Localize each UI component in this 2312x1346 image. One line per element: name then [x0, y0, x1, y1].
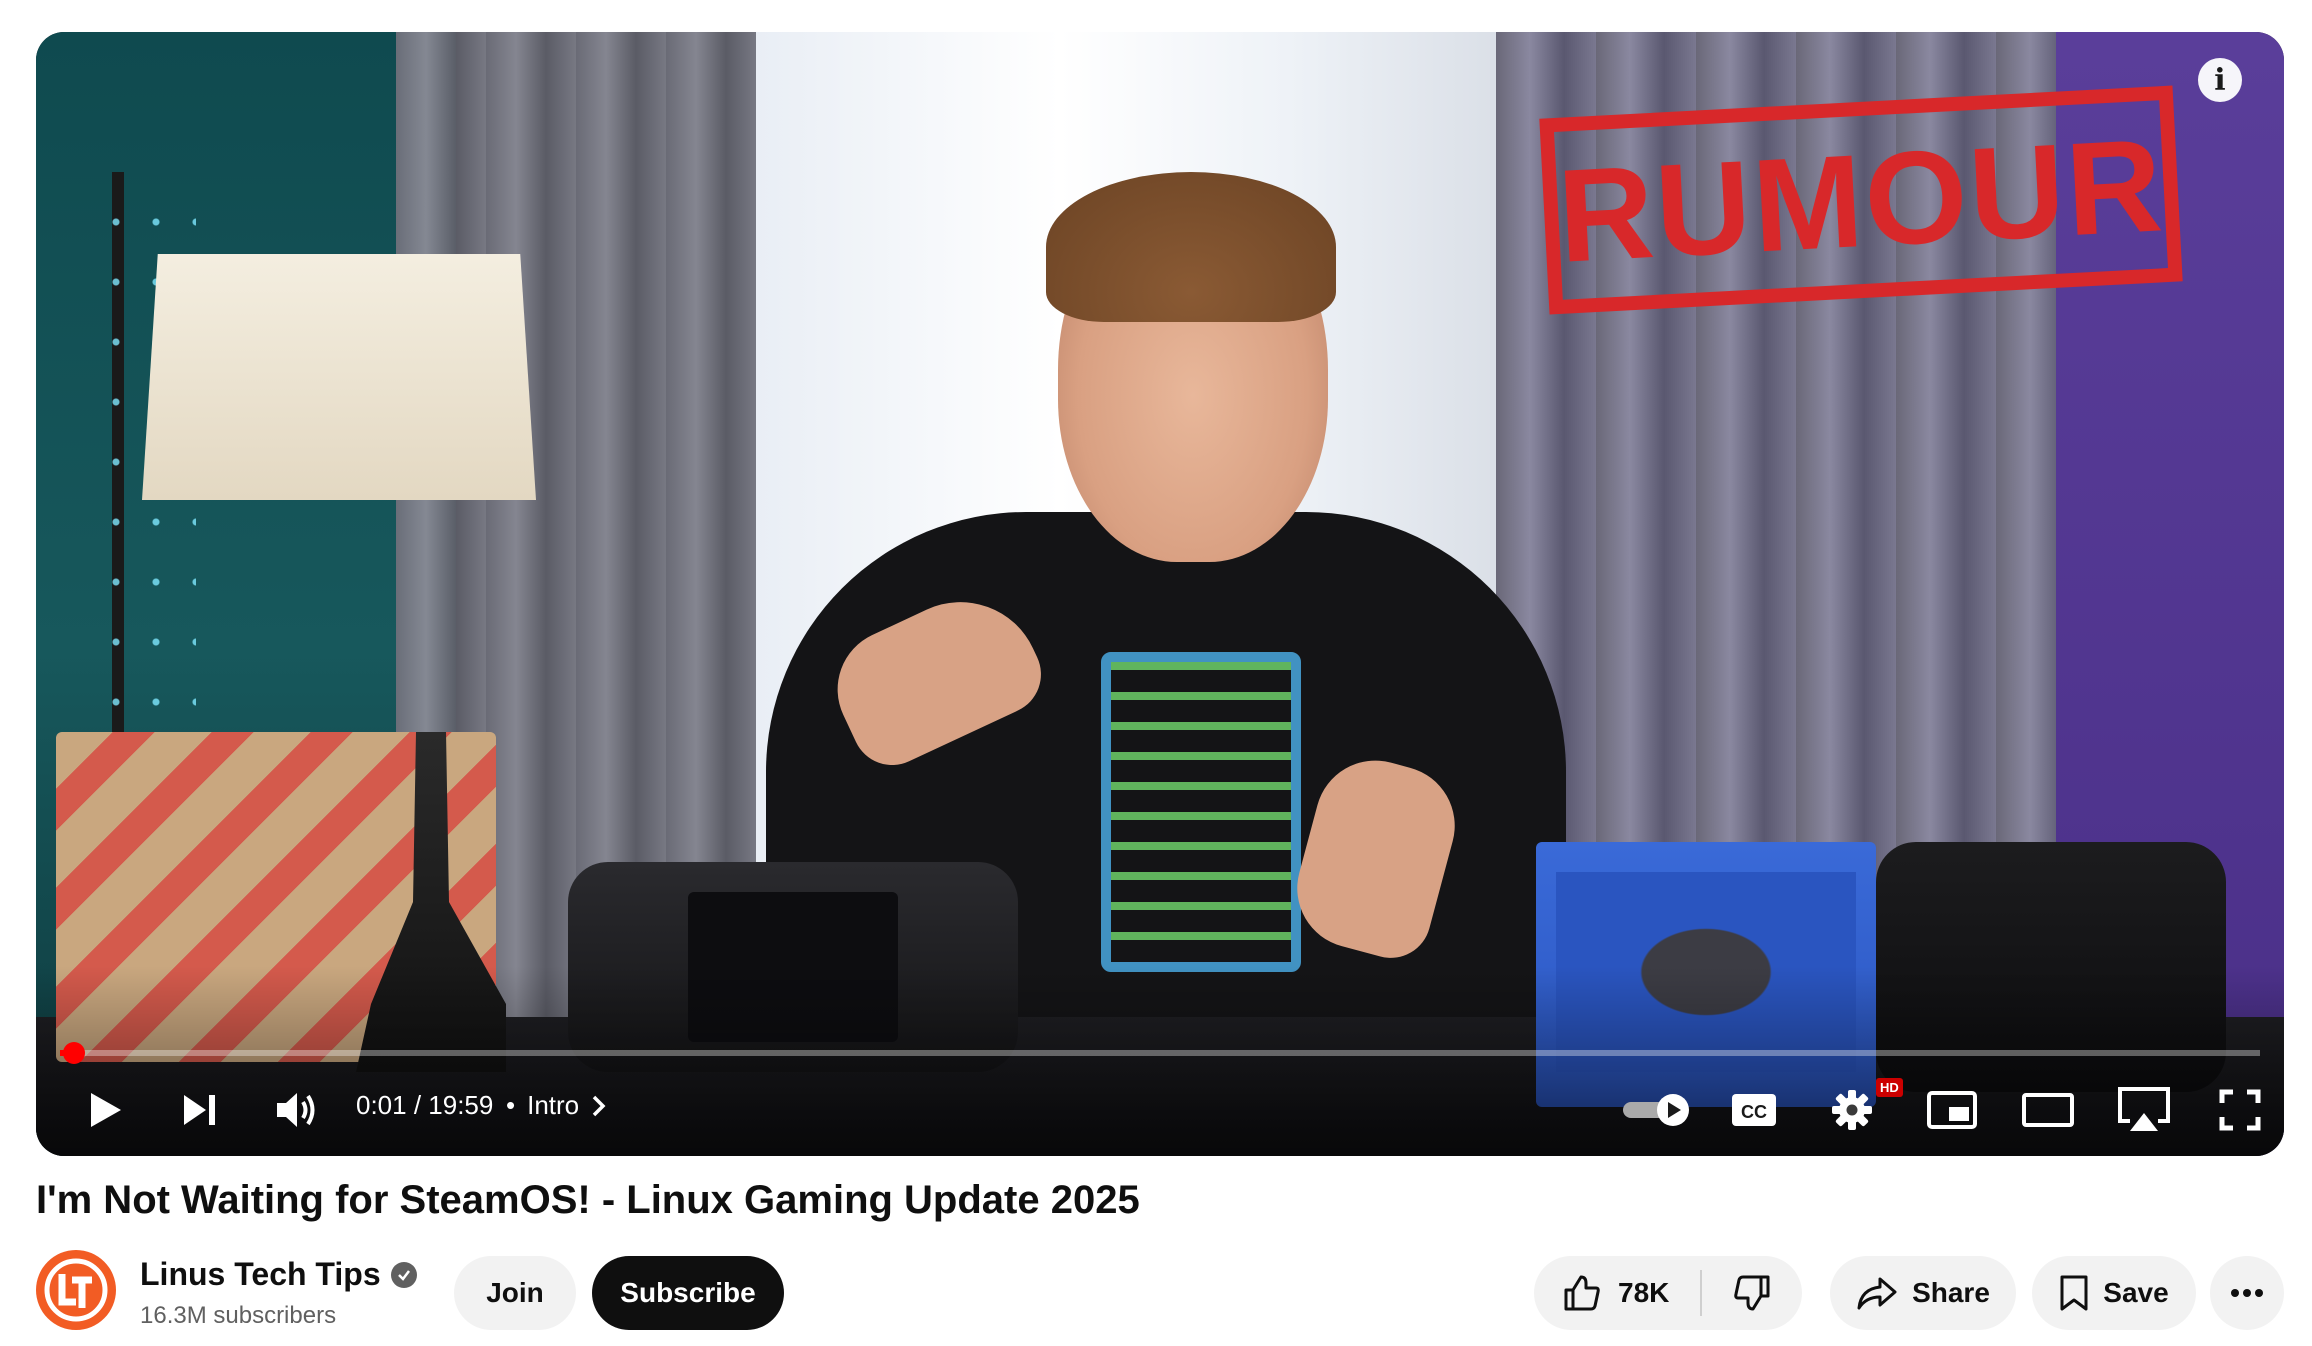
rumour-stamp: RUMOUR: [1539, 85, 2183, 315]
channel-name: Linus Tech Tips: [140, 1256, 381, 1292]
thumbs-up-icon: [1564, 1275, 1600, 1311]
theater-mode-button[interactable]: [2020, 1088, 2076, 1132]
play-icon: [91, 1093, 121, 1127]
cc-label: CC: [1741, 1102, 1767, 1122]
miniplayer-button[interactable]: [1924, 1088, 1980, 1132]
chapter-bullet: •: [506, 1090, 516, 1120]
chapter-label: Intro: [527, 1090, 580, 1120]
chapter-button[interactable]: • Intro: [506, 1090, 607, 1121]
volume-button[interactable]: [270, 1086, 324, 1134]
settings-button[interactable]: [1824, 1086, 1880, 1134]
fullscreen-icon: [2219, 1089, 2261, 1131]
progress-bar[interactable]: [60, 1042, 2260, 1064]
captions-button[interactable]: CC: [1726, 1088, 1782, 1132]
share-icon: [1857, 1277, 1897, 1310]
play-button[interactable]: [82, 1086, 130, 1134]
miniplayer-icon: [1927, 1091, 1977, 1129]
share-label: Share: [1912, 1277, 1990, 1308]
chevron-right-icon: [592, 1095, 606, 1116]
player-controls: 0:01 / 19:59 • Intro CC HD: [36, 1078, 2284, 1142]
next-icon: [184, 1095, 215, 1125]
save-button[interactable]: Save: [2032, 1256, 2196, 1330]
subscriber-count: 16.3M subscribers: [140, 1302, 337, 1329]
autoplay-toggle[interactable]: [1620, 1090, 1694, 1130]
verified-icon: [390, 1261, 417, 1288]
settings-icon: [1832, 1090, 1872, 1130]
next-button[interactable]: [176, 1086, 224, 1134]
video-title: I'm Not Waiting for SteamOS! - Linux Gam…: [36, 1178, 1140, 1222]
time-separator: /: [406, 1090, 429, 1120]
hd-badge: HD: [1876, 1078, 1903, 1097]
scene-lamp-shade: [142, 254, 536, 500]
like-button[interactable]: 78K: [1534, 1256, 1700, 1330]
airplay-icon: [2118, 1087, 2170, 1131]
autoplay-toggle-icon: [1623, 1094, 1689, 1126]
airplay-button[interactable]: [2114, 1084, 2174, 1136]
bookmark-icon: [2060, 1275, 2088, 1311]
fullscreen-button[interactable]: [2212, 1086, 2268, 1134]
video-player[interactable]: RUMOUR i 0:01 / 19:59 • Intro CC HD: [36, 32, 2284, 1156]
like-dislike-group: 78K: [1534, 1256, 1802, 1330]
join-button[interactable]: Join: [454, 1256, 576, 1330]
info-icon[interactable]: i: [2198, 58, 2242, 102]
dislike-button[interactable]: [1702, 1256, 1802, 1330]
volume-icon: [277, 1093, 315, 1127]
cc-icon: CC: [1732, 1094, 1776, 1126]
more-horizontal-icon: [2231, 1289, 2263, 1297]
progress-scrubber[interactable]: [63, 1042, 85, 1064]
more-actions-button[interactable]: [2210, 1256, 2284, 1330]
save-label: Save: [2103, 1277, 2169, 1308]
share-button[interactable]: Share: [1830, 1256, 2016, 1330]
time-display: 0:01 / 19:59: [356, 1090, 493, 1121]
channel-logo-icon: [44, 1258, 108, 1322]
thumbs-down-icon: [1734, 1275, 1770, 1311]
avatar[interactable]: [36, 1250, 116, 1330]
theater-icon: [2022, 1093, 2074, 1127]
like-count: 78K: [1618, 1277, 1670, 1308]
scene-shirt-logo: [1101, 652, 1301, 972]
channel-name-link[interactable]: Linus Tech Tips: [140, 1256, 417, 1293]
scene-presenter-hair: [1046, 172, 1336, 322]
time-total: 19:59: [428, 1090, 494, 1120]
subscribe-button[interactable]: Subscribe: [592, 1256, 784, 1330]
time-current: 0:01: [356, 1090, 407, 1120]
